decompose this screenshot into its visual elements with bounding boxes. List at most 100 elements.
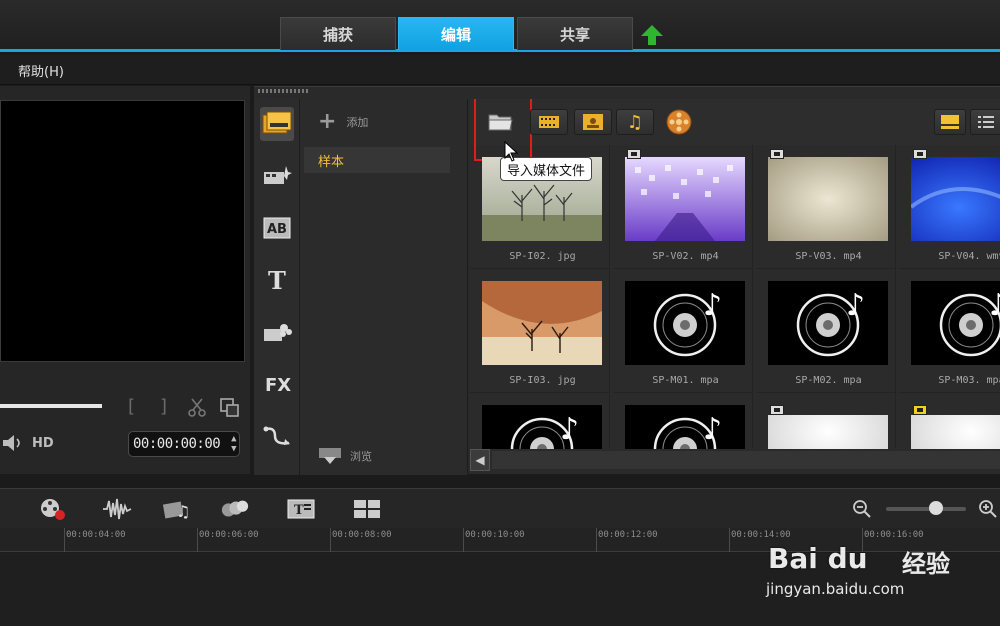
ruler-tick [463, 528, 464, 552]
media-thumbnail[interactable] [756, 393, 896, 449]
graphic-icon[interactable] [260, 315, 294, 349]
thumbnail-image: ♪ [768, 281, 888, 365]
svg-text:T: T [268, 268, 286, 292]
library-side-toolbar: AB T FX [254, 99, 300, 475]
mouse-cursor-icon [504, 141, 519, 162]
ruler-tick [729, 528, 730, 552]
media-thumbnail[interactable] [899, 393, 1000, 449]
timecode-field[interactable]: 00:00:00:00 ▲ ▼ [128, 431, 240, 457]
ruler-tick [64, 528, 65, 552]
ruler-tick [596, 528, 597, 552]
thumbnail-image: ♪ [625, 405, 745, 449]
film-strip-icon [539, 116, 559, 128]
svg-text:♪: ♪ [846, 288, 865, 323]
browse-button[interactable]: 浏览 [318, 447, 372, 465]
fx-filter-icon[interactable]: FX [260, 367, 294, 401]
media-thumbnail[interactable]: ♪ SP-M01. mpa [613, 269, 753, 393]
path-motion-icon[interactable] [260, 419, 294, 453]
menu-bar: 帮助(H) [0, 55, 1000, 85]
tab-capture[interactable]: 捕获 [280, 17, 396, 50]
watermark-logo: Bai du [768, 542, 868, 575]
transition-icon[interactable] [260, 159, 294, 193]
subtitle-icon: T [287, 499, 315, 519]
ab-title-icon[interactable]: AB [260, 211, 294, 245]
thumbnail-image [625, 157, 745, 241]
scroll-left-button[interactable]: ◀ [470, 449, 490, 471]
media-thumbnail[interactable]: ♪ SP-M03. mpa [899, 269, 1000, 393]
auto-music-button[interactable]: ♫ [162, 495, 192, 523]
auto-music-icon: ♫ [162, 501, 190, 521]
volume-icon[interactable] [2, 434, 26, 452]
thumbnail-image: ♪ [625, 281, 745, 365]
ruler-time-label: 00:00:08:00 [332, 530, 392, 540]
tab-share[interactable]: 共享 [517, 17, 633, 50]
record-capture-button[interactable] [38, 495, 68, 523]
scissors-icon[interactable] [188, 398, 206, 418]
thumbnail-image [768, 157, 888, 241]
zoom-slider-track[interactable] [886, 507, 966, 511]
show-audio-button[interactable]: ♫ [616, 109, 654, 135]
show-video-button[interactable] [530, 109, 568, 135]
enlarge-preview-icon[interactable] [220, 398, 240, 418]
media-library-icon[interactable] [260, 107, 294, 141]
media-thumbnail[interactable]: ♪ [613, 393, 753, 449]
list-view-button[interactable] [970, 109, 1000, 135]
horizontal-scrollbar[interactable] [492, 451, 1000, 469]
sound-mixer-button[interactable] [102, 495, 132, 523]
menu-help[interactable]: 帮助(H) [18, 61, 64, 80]
media-thumbnail[interactable]: ♪ SP-M02. mpa [756, 269, 896, 393]
ruler-time-label: 00:00:06:00 [199, 530, 259, 540]
add-folder-button[interactable]: + 添加 [318, 109, 369, 134]
zoom-slider-knob[interactable] [929, 501, 943, 515]
thumbnail-image [911, 157, 1000, 241]
media-thumbnail[interactable]: SP-V03. mp4 [756, 145, 896, 269]
waveform-icon [103, 498, 132, 520]
panel-grip[interactable] [258, 89, 308, 93]
reel-icon [666, 109, 692, 135]
upload-arrow-icon[interactable] [640, 24, 664, 46]
media-toolbar: ♫ [470, 99, 1000, 161]
media-thumbnail[interactable]: ♪ [470, 393, 610, 449]
timecode-spinner-icon[interactable]: ▲ ▼ [231, 434, 236, 454]
video-badge-icon [770, 149, 784, 159]
multi-view-icon [354, 500, 380, 518]
media-thumbnail[interactable]: SP-V04. wmv [899, 145, 1000, 269]
multi-camera-button[interactable] [352, 495, 382, 523]
thumbnail-image [768, 415, 888, 449]
thumbnail-view-button[interactable] [934, 109, 966, 135]
show-photo-button[interactable] [574, 109, 612, 135]
tab-edit[interactable]: 编辑 [398, 17, 514, 50]
thumbnail-filename: SP-I03. jpg [509, 375, 576, 386]
browse-icon [319, 448, 341, 464]
video-badge-icon [913, 149, 927, 159]
subtitle-editor-button[interactable]: T [286, 495, 316, 523]
photo-icon [583, 114, 603, 130]
motion-tracking-icon [221, 500, 249, 517]
folder-panel: + 添加 样本 浏览 [300, 99, 468, 475]
plus-icon: + [318, 109, 337, 134]
mark-in-icon[interactable]: [ [128, 396, 135, 417]
ruler-time-label: 00:00:04:00 [66, 530, 126, 540]
media-thumbnail[interactable]: SP-I03. jpg [470, 269, 610, 393]
svg-text:♪: ♪ [560, 412, 579, 447]
svg-text:T: T [294, 503, 304, 518]
add-label: 添加 [346, 116, 369, 129]
playback-scrubber[interactable] [0, 404, 102, 408]
mode-tab-bar: 捕获 编辑 共享 [0, 0, 1000, 52]
thumbnail-image: ♪ [482, 405, 602, 449]
thumbnail-filename: SP-M02. mpa [795, 375, 862, 386]
thumbnail-view-icon [941, 115, 959, 129]
folder-item-sample[interactable]: 样本 [304, 147, 450, 173]
title-text-icon[interactable]: T [260, 263, 294, 297]
mark-out-icon[interactable]: ] [160, 396, 167, 417]
thumbnail-filename: SP-I02. jpg [509, 251, 576, 262]
baidu-watermark: Bai du 经验 jingyan.baidu.com [762, 514, 1000, 626]
browse-label: 浏览 [350, 450, 372, 463]
media-thumbnail[interactable]: SP-V02. mp4 [613, 145, 753, 269]
thumbnail-image [911, 415, 1000, 449]
thumbnail-filename: SP-M03. mpa [938, 375, 1000, 386]
svg-text:FX: FX [265, 375, 291, 395]
motion-tracking-button[interactable] [220, 495, 250, 523]
hd-toggle[interactable]: HD [32, 436, 54, 451]
online-content-button[interactable] [660, 109, 698, 135]
